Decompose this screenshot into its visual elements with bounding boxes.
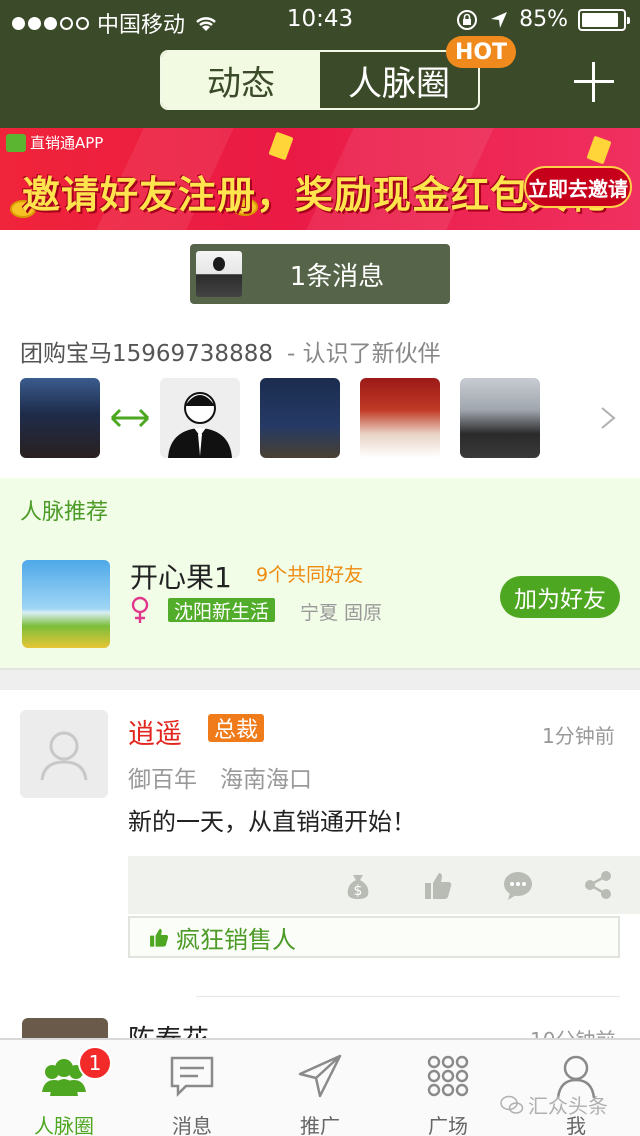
message-count: 1条消息 xyxy=(289,261,385,292)
header-segmented-control: 动态 人脉圈 xyxy=(160,50,480,110)
group-badge: 沈阳新生活 xyxy=(168,598,276,623)
post-content: 新的一天，从直销通开始！ xyxy=(128,808,416,836)
invite-now-button[interactable]: 立即去邀请 xyxy=(524,166,632,208)
activity-action: - 认识了新伙伴 xyxy=(286,341,441,367)
app-header: 中国移动 10:43 85% 动态 人脉圈 HOT xyxy=(0,0,640,128)
notification-badge: 1 xyxy=(78,1046,112,1080)
avatar[interactable] xyxy=(160,378,240,458)
double-arrow-icon xyxy=(110,408,150,428)
chevron-right-icon[interactable] xyxy=(600,406,616,430)
post-author-name[interactable]: 陈春花 xyxy=(128,1018,209,1038)
comment-icon[interactable] xyxy=(502,869,534,901)
svg-text:$: $ xyxy=(354,883,363,899)
tab-label: 推广 xyxy=(300,1114,340,1136)
thumbs-up-icon xyxy=(150,928,169,947)
recommend-section: 人脉推荐 开心果1 9个共同好友 沈阳新生活 宁夏 固原 加为好友 xyxy=(0,478,640,670)
battery-icon xyxy=(578,8,630,31)
activity-user-name[interactable]: 团购宝马15969738888 xyxy=(20,341,273,367)
post-action-bar: $ xyxy=(128,856,640,914)
tab-network-circle-bottom[interactable]: 1 人脉圈 xyxy=(0,1040,128,1136)
watermark: 汇众头条 xyxy=(500,1090,608,1119)
bottom-tab-bar: 1 人脉圈 消息 推广 广场 我 xyxy=(0,1038,640,1136)
watermark-text: 汇众头条 xyxy=(528,1094,608,1118)
banner-app-name: 直销通APP xyxy=(30,134,104,152)
avatar[interactable] xyxy=(260,378,340,458)
tab-messages[interactable]: 消息 xyxy=(128,1040,256,1136)
battery-percent: 85% xyxy=(519,7,568,32)
tab-square[interactable]: 广场 xyxy=(384,1040,512,1136)
tab-label: 人脉圈 xyxy=(34,1114,94,1136)
avatar xyxy=(196,251,242,297)
reward-money-icon[interactable]: $ xyxy=(342,869,374,901)
common-friends-count: 9个共同好友 xyxy=(256,564,364,586)
banner-headline: 邀请好友注册，奖励现金红包大礼 xyxy=(22,173,608,217)
status-bar: 中国移动 10:43 85% xyxy=(0,0,640,40)
recommend-title: 人脉推荐 xyxy=(20,500,109,525)
section-divider xyxy=(0,670,640,690)
post-author-meta: 御百年 海南海口 xyxy=(128,767,312,793)
post-timestamp: 1分钟前 xyxy=(542,724,615,748)
tab-me[interactable]: 我 xyxy=(512,1040,640,1136)
avatar[interactable] xyxy=(460,378,540,458)
tab-label: 广场 xyxy=(428,1114,468,1136)
tab-label: 消息 xyxy=(172,1114,212,1136)
red-envelope-icon xyxy=(586,135,612,165)
new-partner-row xyxy=(0,378,640,458)
post-author-name[interactable]: 逍遥 xyxy=(128,712,182,751)
female-icon xyxy=(131,596,149,623)
post-separator xyxy=(196,996,620,997)
hot-badge: HOT xyxy=(446,36,516,68)
red-envelope-icon xyxy=(268,131,294,161)
recommend-user-name[interactable]: 开心果1 xyxy=(130,556,232,596)
tab-feed[interactable]: 动态 xyxy=(162,52,320,108)
role-badge: 总裁 xyxy=(208,714,265,743)
grid-icon xyxy=(427,1055,469,1097)
location-icon xyxy=(491,11,508,28)
banner-app-logo: 直销通APP xyxy=(6,132,103,153)
likes-row: 疯狂销售人 xyxy=(128,916,620,958)
rotation-lock-icon xyxy=(457,9,478,30)
liker-name[interactable]: 疯狂销售人 xyxy=(176,920,296,955)
recommend-location: 宁夏 固原 xyxy=(300,602,383,624)
add-friend-button[interactable]: 加为好友 xyxy=(500,576,620,618)
new-message-notice[interactable]: 1条消息 xyxy=(190,244,450,304)
new-partner-activity: 团购宝马15969738888 - 认识了新伙伴 xyxy=(20,334,441,368)
tab-promote[interactable]: 推广 xyxy=(256,1040,384,1136)
avatar[interactable] xyxy=(20,710,108,798)
default-user-icon xyxy=(40,731,88,781)
avatar[interactable] xyxy=(360,378,440,458)
avatar[interactable] xyxy=(20,378,100,458)
avatar[interactable] xyxy=(22,1018,108,1038)
post-timestamp: 10分钟前 xyxy=(530,1024,615,1038)
message-icon xyxy=(170,1056,214,1098)
app-logo-icon xyxy=(6,133,26,152)
send-icon xyxy=(298,1054,342,1098)
wechat-icon xyxy=(500,1095,524,1114)
thumbs-up-icon[interactable] xyxy=(422,869,454,901)
avatar[interactable] xyxy=(22,560,110,648)
plus-icon[interactable] xyxy=(574,62,614,102)
share-icon[interactable] xyxy=(582,869,614,901)
